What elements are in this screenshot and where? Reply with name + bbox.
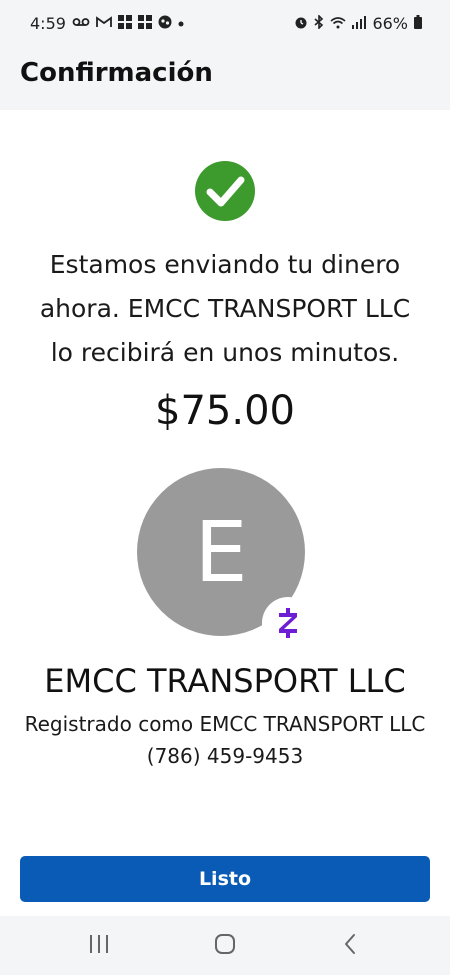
page-title: Confirmación — [20, 58, 213, 88]
dot-icon — [178, 17, 184, 30]
back-icon — [345, 934, 355, 954]
home-icon — [215, 934, 235, 954]
gmail-icon — [96, 16, 112, 31]
recents-button[interactable] — [59, 916, 139, 975]
signal-icon — [352, 15, 367, 32]
checkmark-icon — [195, 161, 255, 221]
bluetooth-icon — [314, 14, 324, 32]
confirmation-screen: 4:59 66% Confirmación Estamos enviando t… — [0, 0, 450, 975]
battery-percent: 66% — [372, 14, 408, 33]
game-icon — [158, 15, 172, 32]
app-grid-icon — [117, 15, 132, 32]
message-line-2: ahora. EMCC TRANSPORT LLC — [39, 294, 411, 323]
wifi-icon — [330, 16, 346, 32]
message-line-3: lo recibirá en unos minutos. — [50, 338, 400, 367]
app-header: Confirmación — [0, 50, 450, 110]
amount: $75.00 — [155, 388, 295, 434]
voicemail-icon — [72, 17, 90, 30]
status-left: 4:59 — [30, 14, 184, 33]
alarm-icon — [294, 15, 308, 32]
recipient-registered-as: Registrado como EMCC TRANSPORT LLC — [24, 712, 426, 736]
status-right: 66% — [294, 14, 422, 33]
back-button[interactable] — [311, 916, 391, 975]
confirmation-message: Estamos enviando tu dinero ahora. EMCC T… — [20, 243, 430, 375]
app-grid-icon — [137, 15, 152, 32]
status-bar: 4:59 66% — [0, 0, 450, 50]
navigation-bar — [0, 916, 450, 975]
recipient-name: EMCC TRANSPORT LLC — [44, 662, 406, 700]
recipient-phone: (786) 459-9453 — [146, 744, 304, 768]
battery-icon — [414, 15, 422, 32]
zelle-icon — [262, 597, 314, 649]
status-time: 4:59 — [30, 14, 66, 33]
done-button[interactable]: Listo — [20, 856, 430, 902]
home-button[interactable] — [185, 916, 265, 975]
message-line-1: Estamos enviando tu dinero — [49, 250, 401, 279]
recents-icon — [90, 935, 108, 953]
